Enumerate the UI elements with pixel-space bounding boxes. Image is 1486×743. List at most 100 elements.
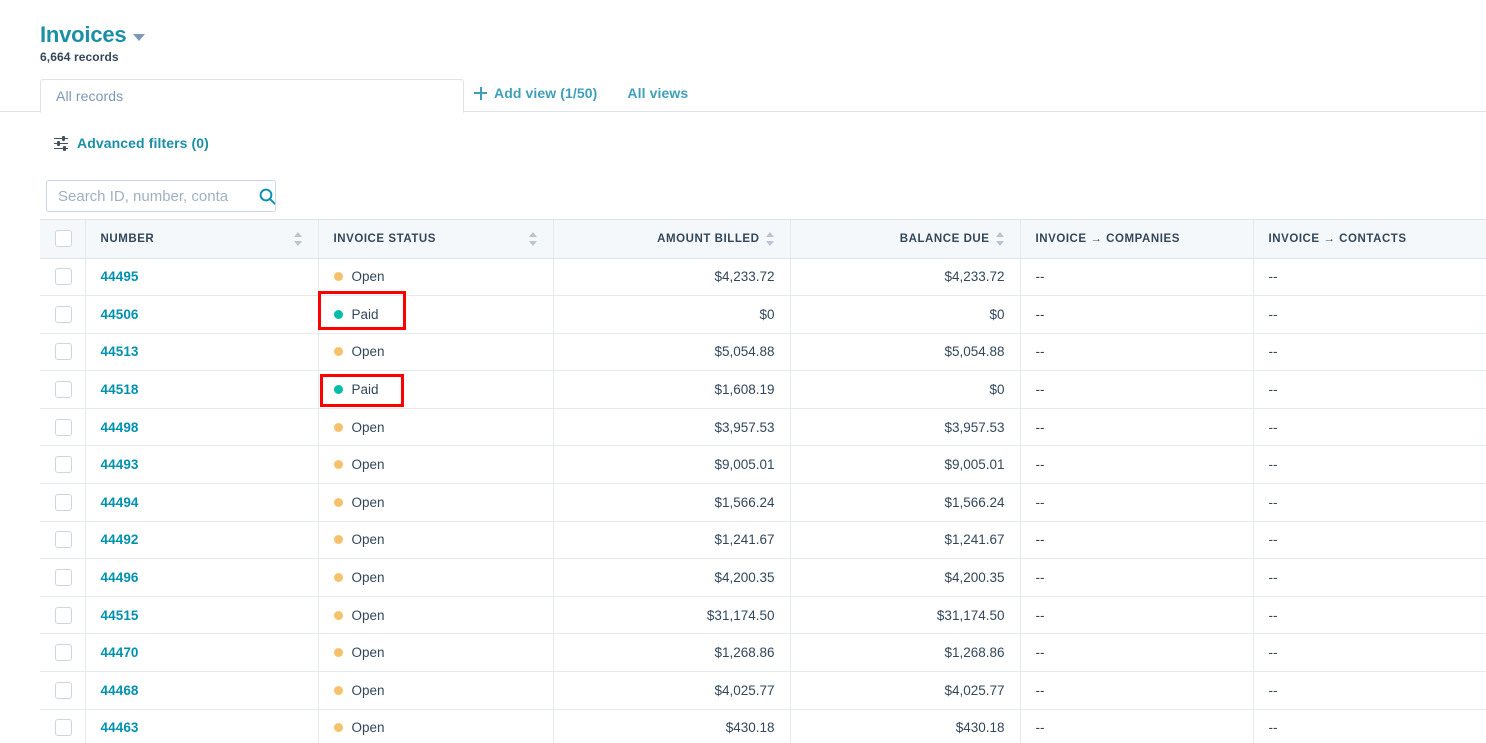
tab-all-records[interactable]: All records — [40, 79, 464, 113]
search-input[interactable] — [47, 181, 259, 211]
row-select-cell[interactable] — [40, 333, 86, 372]
cell-invoice-status: Open — [318, 709, 554, 743]
invoice-number-link[interactable]: 44513 — [101, 344, 139, 359]
table-row[interactable]: 44495 Open $4,233.72 $4,233.72 -- -- — [40, 258, 1486, 297]
select-all-checkbox[interactable] — [55, 230, 72, 248]
add-view-button[interactable]: Add view (1/50) — [474, 85, 597, 101]
table-row[interactable]: 44518 Paid $1,608.19 $0 -- -- — [40, 370, 1486, 409]
chevron-down-icon[interactable] — [133, 33, 146, 41]
row-select-cell[interactable] — [40, 445, 86, 485]
invoice-number-link[interactable]: 44515 — [101, 608, 139, 623]
row-checkbox[interactable] — [55, 418, 72, 436]
column-header-invoice-status[interactable]: INVOICE STATUS — [318, 220, 554, 259]
status-dot-icon — [333, 422, 343, 432]
table-row[interactable]: 44506 Paid $0 $0 -- -- — [40, 295, 1486, 334]
row-checkbox[interactable] — [55, 305, 72, 323]
cell-invoice-contacts: -- — [1253, 709, 1486, 743]
cell-invoice-contacts: -- — [1253, 633, 1486, 673]
row-checkbox[interactable] — [55, 681, 72, 699]
status-badge: Open — [333, 269, 385, 284]
table-row[interactable]: 44468 Open $4,025.77 $4,025.77 -- -- — [40, 671, 1486, 710]
row-checkbox[interactable] — [55, 381, 72, 399]
cell-amount-billed: $3,957.53 — [553, 408, 791, 447]
column-header-invoice-companies[interactable]: INVOICE → COMPANIES — [1020, 220, 1254, 259]
all-views-link[interactable]: All views — [627, 85, 688, 101]
row-select-cell[interactable] — [40, 295, 86, 334]
table-row[interactable]: 44515 Open $31,174.50 $31,174.50 -- -- — [40, 596, 1486, 635]
row-checkbox[interactable] — [55, 493, 72, 511]
column-header-label: BALANCE DUE — [899, 232, 990, 245]
column-header-balance-due[interactable]: BALANCE DUE — [790, 220, 1021, 259]
table-row[interactable]: 44494 Open $1,566.24 $1,566.24 -- -- — [40, 483, 1486, 522]
table-row[interactable]: 44496 Open $4,200.35 $4,200.35 -- -- — [40, 558, 1486, 597]
status-dot-icon — [333, 497, 343, 507]
filter-sliders-icon — [54, 136, 68, 151]
row-select-cell[interactable] — [40, 709, 86, 743]
cell-invoice-status: Open — [318, 408, 554, 447]
invoice-number-link[interactable]: 44470 — [101, 645, 139, 660]
status-label: Open — [351, 419, 385, 435]
sort-arrows-icon[interactable] — [293, 231, 303, 246]
cell-number: 44493 — [85, 445, 319, 485]
row-select-cell[interactable] — [40, 558, 86, 597]
invoice-number-link[interactable]: 44493 — [101, 457, 139, 472]
row-checkbox[interactable] — [55, 606, 72, 624]
cell-number: 44492 — [85, 521, 319, 560]
table-row[interactable]: 44492 Open $1,241.67 $1,241.67 -- -- — [40, 521, 1486, 560]
sort-arrows-icon[interactable] — [765, 231, 775, 246]
invoice-number-link[interactable]: 44496 — [101, 570, 139, 585]
invoice-number-link[interactable]: 44463 — [101, 720, 139, 735]
table-header-row: NUMBER INVOICE STATUS AMOUNT BILLED BALANCE… — [40, 220, 1486, 259]
row-checkbox[interactable] — [55, 456, 72, 474]
invoice-number-link[interactable]: 44506 — [101, 307, 139, 322]
records-table-container[interactable]: NUMBER INVOICE STATUS AMOUNT BILLED BALANCE… — [40, 219, 1486, 743]
row-checkbox[interactable] — [55, 268, 72, 286]
row-select-cell[interactable] — [40, 408, 86, 447]
invoice-number-link[interactable]: 44492 — [101, 532, 139, 547]
column-header-amount-billed[interactable]: AMOUNT BILLED — [553, 220, 791, 259]
row-select-cell[interactable] — [40, 596, 86, 635]
row-select-cell[interactable] — [40, 370, 86, 409]
row-checkbox[interactable] — [55, 719, 72, 737]
cell-number: 44468 — [85, 671, 319, 710]
cell-invoice-companies: -- — [1020, 483, 1254, 522]
column-header-invoice-contacts[interactable]: INVOICE → CONTACTS — [1253, 220, 1486, 259]
select-all-header[interactable] — [40, 220, 86, 259]
row-select-cell[interactable] — [40, 671, 86, 710]
cell-amount-billed: $31,174.50 — [553, 596, 791, 635]
cell-balance-due: $0 — [790, 295, 1021, 334]
advanced-filters-button[interactable]: Advanced filters (0) — [54, 135, 209, 151]
search-box[interactable] — [46, 180, 276, 212]
column-header-number[interactable]: NUMBER — [85, 220, 319, 259]
row-select-cell[interactable] — [40, 633, 86, 673]
invoice-number-link[interactable]: 44494 — [101, 495, 139, 510]
cell-invoice-status: Paid — [318, 370, 554, 409]
row-select-cell[interactable] — [40, 258, 86, 297]
row-checkbox[interactable] — [55, 644, 72, 662]
status-badge: Paid — [333, 307, 379, 322]
table-row[interactable]: 44513 Open $5,054.88 $5,054.88 -- -- — [40, 333, 1486, 372]
sort-arrows-icon[interactable] — [528, 231, 538, 246]
sort-arrows-icon[interactable] — [995, 231, 1005, 246]
row-select-cell[interactable] — [40, 521, 86, 560]
table-row[interactable]: 44493 Open $9,005.01 $9,005.01 -- -- — [40, 445, 1486, 485]
cell-number: 44498 — [85, 408, 319, 447]
column-header-label: NUMBER — [100, 232, 155, 245]
invoice-number-link[interactable]: 44468 — [101, 683, 139, 698]
invoice-number-link[interactable]: 44518 — [101, 382, 139, 397]
row-checkbox[interactable] — [55, 343, 72, 361]
table-row[interactable]: 44463 Open $430.18 $430.18 -- -- — [40, 709, 1486, 743]
status-badge: Open — [333, 532, 385, 547]
search-icon[interactable] — [259, 181, 275, 211]
table-row[interactable]: 44470 Open $1,268.86 $1,268.86 -- -- — [40, 633, 1486, 673]
row-checkbox[interactable] — [55, 531, 72, 549]
invoice-number-link[interactable]: 44498 — [101, 420, 139, 435]
invoice-number-link[interactable]: 44495 — [101, 269, 139, 284]
row-select-cell[interactable] — [40, 483, 86, 522]
row-checkbox[interactable] — [55, 569, 72, 587]
table-row[interactable]: 44498 Open $3,957.53 $3,957.53 -- -- — [40, 408, 1486, 447]
cell-invoice-contacts: -- — [1253, 333, 1486, 372]
cell-amount-billed: $4,233.72 — [553, 258, 791, 297]
status-dot-icon — [333, 272, 343, 282]
cell-invoice-status: Open — [318, 483, 554, 522]
